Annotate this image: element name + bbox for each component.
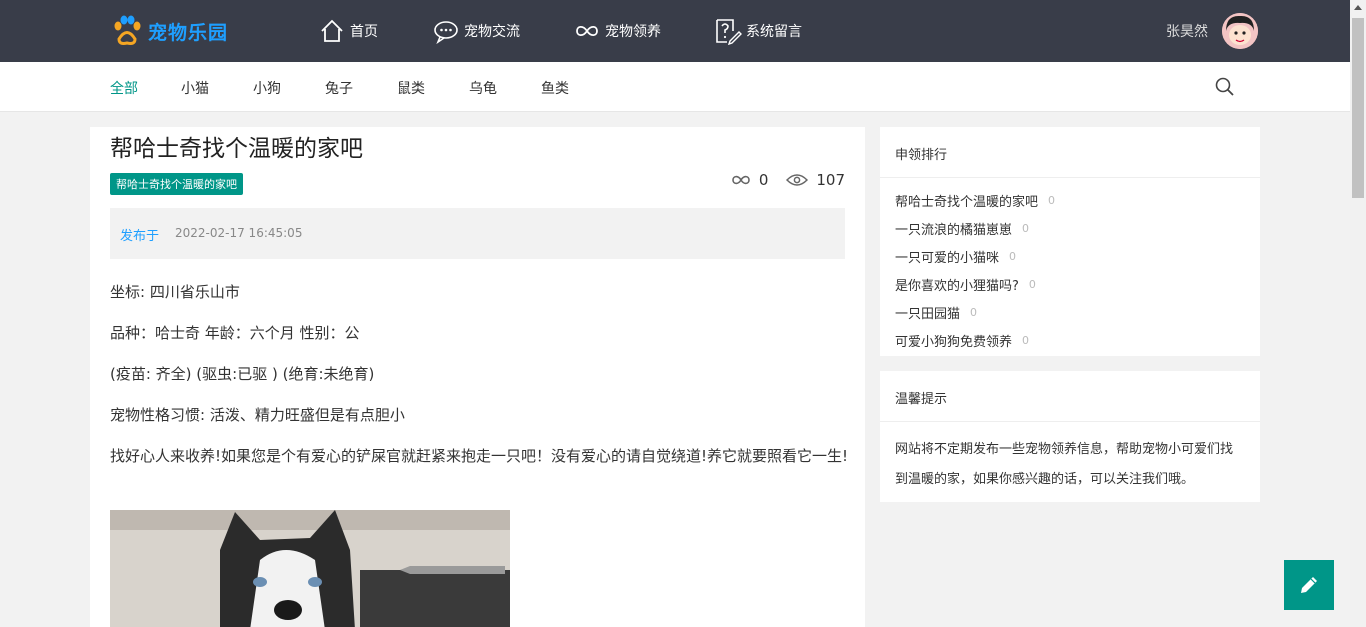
ranking-item-title: 可爱小狗狗免费领养 (895, 334, 1013, 350)
scroll-up-icon[interactable] (1354, 5, 1362, 10)
home-icon (318, 17, 346, 45)
user-menu[interactable]: 张昊然 (1166, 0, 1258, 62)
ranking-item-title: 一只田园猫 (895, 306, 961, 322)
logo-text: 宠物乐园 (148, 21, 229, 44)
category-nav: 全部 小猫 小狗 兔子 鼠类 乌龟 鱼类 (0, 62, 1350, 112)
ranking-item-title: 一只流浪的橘猫崽崽 (895, 222, 1013, 238)
ranking-item-count: 0 (1028, 277, 1036, 291)
nav-home-label: 首页 (350, 24, 378, 40)
category-rodent[interactable]: 鼠类 (397, 78, 425, 98)
list-item[interactable]: 一只田园猫 0 (895, 298, 1245, 326)
nav-community[interactable]: 宠物交流 (432, 0, 520, 62)
pencil-icon (1301, 577, 1317, 593)
avatar[interactable] (1222, 13, 1258, 49)
chat-icon (432, 17, 460, 45)
site-logo[interactable]: 宠物乐园 (110, 14, 228, 48)
page-scrollbar[interactable] (1350, 0, 1366, 627)
article-paragraph: 找好心人来收养!如果您是个有爱心的铲屎官就赶紧来抱走一只吧！没有爱心的请自觉绕道… (110, 447, 849, 465)
search-icon[interactable] (1214, 76, 1236, 98)
tips-text: 网站将不定期发布一些宠物领养信息，帮助宠物小可爱们找到温暖的家，如果你感兴趣的话… (895, 442, 1234, 487)
article-title: 帮哈士奇找个温暖的家吧 (110, 136, 363, 162)
tips-title: 温馨提示 (880, 371, 1260, 422)
link-icon (732, 175, 750, 185)
list-item[interactable]: 帮哈士奇找个温暖的家吧 0 (895, 186, 1245, 214)
link-icon (573, 17, 601, 45)
ranking-item-title: 帮哈士奇找个温暖的家吧 (895, 194, 1039, 210)
nav-community-label: 宠物交流 (464, 24, 520, 40)
category-rabbit[interactable]: 兔子 (325, 78, 353, 98)
category-cat[interactable]: 小猫 (181, 78, 209, 98)
edit-button[interactable] (1284, 560, 1334, 610)
nav-messages-label: 系统留言 (746, 24, 802, 40)
ranking-title: 申领排行 (880, 127, 1260, 178)
article-paragraph: 品种：哈士奇 年龄：六个月 性别：公 (110, 324, 360, 342)
husky-photo (110, 510, 510, 627)
paw-icon (110, 14, 144, 48)
like-count: 0 (758, 171, 769, 189)
ranking-item-count: 0 (1022, 333, 1030, 347)
publish-label: 发布于 (120, 229, 160, 244)
article-content: 坐标: 四川省乐山市 品种：哈士奇 年龄：六个月 性别：公 (疫苗: 齐全) (… (110, 279, 850, 484)
category-fish[interactable]: 鱼类 (541, 78, 569, 98)
adoption-ranking: 申领排行 帮哈士奇找个温暖的家吧 0 一只流浪的橘猫崽崽 0 一只可爱的小猫咪 0 是… (880, 127, 1260, 356)
ranking-item-title: 一只可爱的小猫咪 (895, 250, 1000, 266)
ranking-item-count: 0 (1048, 193, 1056, 207)
article-paragraph: 宠物性格习惯: 活泼、精力旺盛但是有点胆小 (110, 406, 405, 424)
eye-icon (786, 174, 809, 186)
ranking-item-count: 0 (970, 305, 978, 319)
list-item[interactable]: 一只流浪的橘猫崽崽 0 (895, 214, 1245, 242)
ranking-item-count: 0 (1022, 221, 1030, 235)
view-count: 107 (816, 171, 845, 189)
list-item[interactable]: 可爱小狗狗免费领养 0 (895, 326, 1245, 354)
publish-info: 发布于 2022-02-17 16:45:05 (110, 208, 845, 259)
list-item[interactable]: 一只可爱的小猫咪 0 (895, 242, 1245, 270)
article-card: 帮哈士奇找个温暖的家吧 帮哈士奇找个温暖的家吧 0 107 发布于 2022-0… (90, 127, 865, 627)
nav-home[interactable]: 首页 (318, 0, 378, 62)
nav-messages[interactable]: 系统留言 (714, 0, 802, 62)
category-dog[interactable]: 小狗 (253, 78, 281, 98)
top-header: 宠物乐园 首页 宠物交流 宠物领养 系统留言 张昊然 (0, 0, 1350, 62)
category-turtle[interactable]: 乌龟 (469, 78, 497, 98)
scrollbar-thumb[interactable] (1352, 18, 1364, 198)
article-paragraph: 坐标: 四川省乐山市 (110, 283, 240, 301)
message-icon (714, 17, 742, 45)
ranking-item-count: 0 (1009, 249, 1017, 263)
tips-panel: 温馨提示 网站将不定期发布一些宠物领养信息，帮助宠物小可爱们找到温暖的家，如果你… (880, 371, 1260, 502)
view-stat: 107 (786, 171, 845, 189)
category-all[interactable]: 全部 (110, 78, 138, 98)
nav-adopt-label: 宠物领养 (605, 24, 661, 40)
ranking-item-title: 是你喜欢的小狸猫吗? (895, 278, 1019, 294)
list-item[interactable]: 是你喜欢的小狸猫吗? 0 (895, 270, 1245, 298)
article-stats: 0 107 (713, 171, 845, 189)
publish-date: 2022-02-17 16:45:05 (175, 226, 303, 240)
nav-adopt[interactable]: 宠物领养 (573, 0, 661, 62)
ranking-list: 帮哈士奇找个温暖的家吧 0 一只流浪的橘猫崽崽 0 一只可爱的小猫咪 0 是你喜欢的小… (880, 178, 1260, 354)
article-tag[interactable]: 帮哈士奇找个温暖的家吧 (110, 173, 243, 195)
like-stat[interactable]: 0 (731, 171, 769, 189)
article-paragraph: (疫苗: 齐全) (驱虫:已驱 ) (绝育:未绝育) (110, 365, 375, 383)
username: 张昊然 (1166, 24, 1208, 40)
